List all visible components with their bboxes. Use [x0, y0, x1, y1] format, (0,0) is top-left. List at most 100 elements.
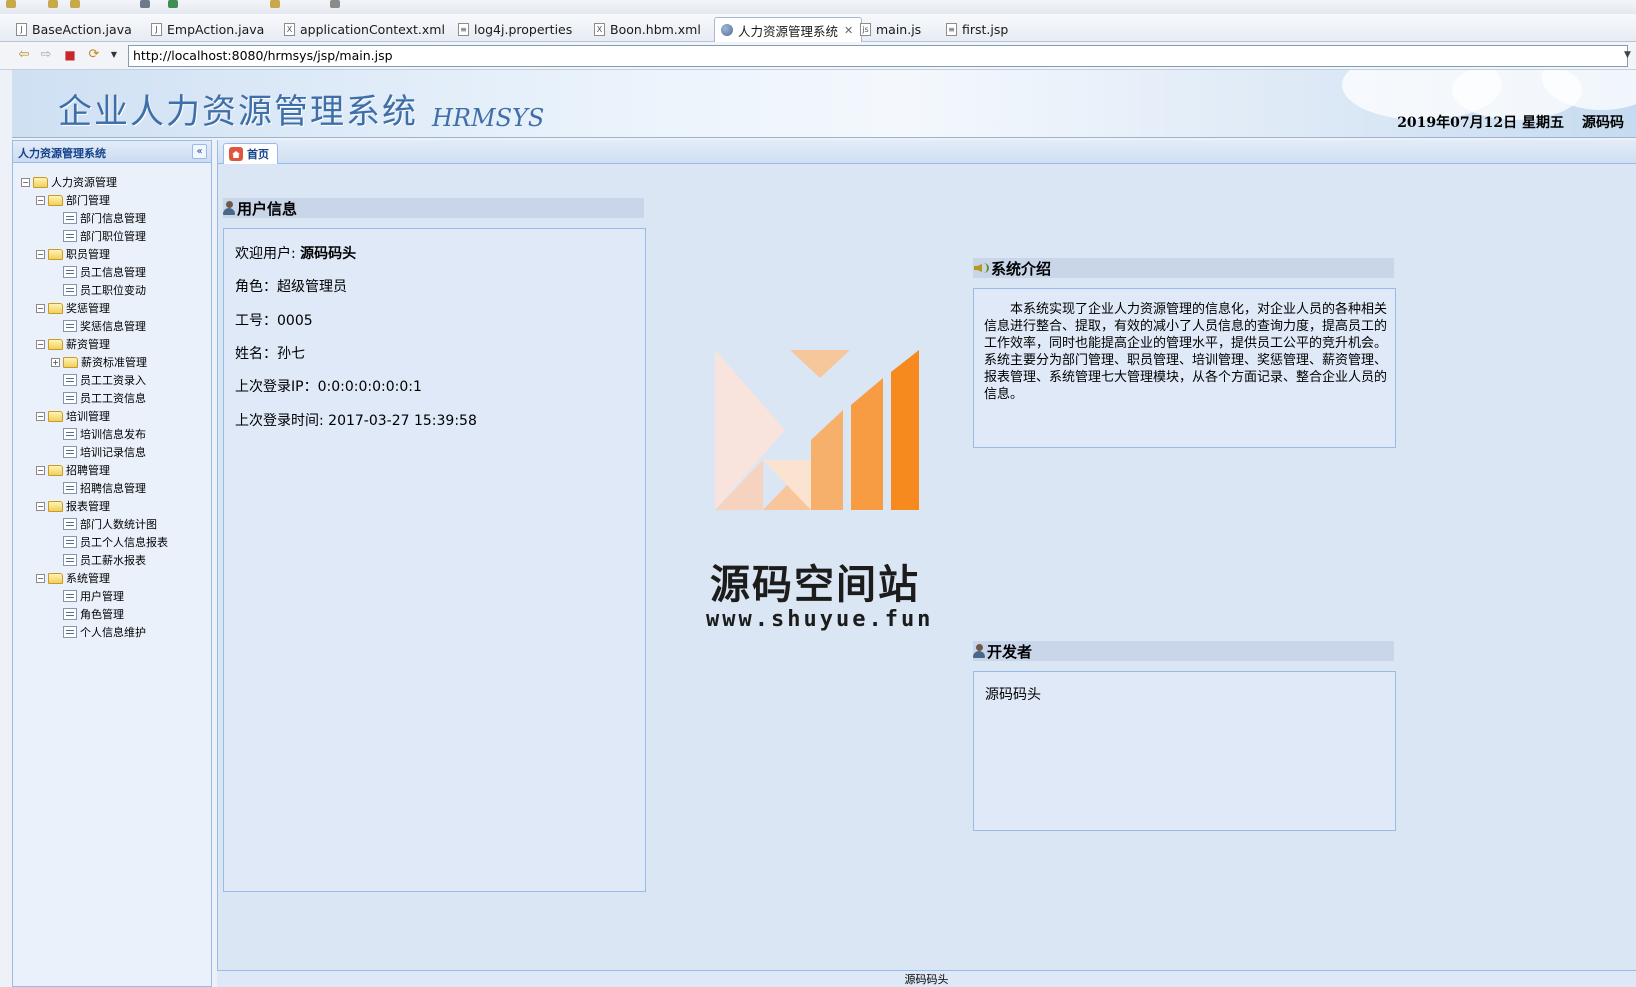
user-icon [223, 200, 235, 216]
tree-node-label: 部门管理 [66, 194, 110, 207]
tree-leaf-node[interactable]: 培训信息发布 [21, 425, 168, 443]
toolbar-icon[interactable] [270, 0, 280, 8]
file-icon: ≡ [946, 23, 957, 36]
tree-folder-node[interactable]: − 部门管理 [21, 191, 168, 209]
editor-tab-bar: J BaseAction.java J EmpAction.java Xapplicat… [0, 14, 1636, 42]
tree-leaf-node[interactable]: 角色管理 [21, 605, 168, 623]
tree-node-label: 培训记录信息 [80, 446, 146, 459]
forward-arrow-icon[interactable]: ⇨ [38, 48, 54, 62]
user-emp-no: 工号：0005 [235, 313, 313, 329]
collapse-icon[interactable]: − [36, 411, 45, 421]
user-info-title-text: 用户信息 [237, 199, 298, 218]
tree-leaf-node[interactable]: 员工信息管理 [21, 263, 168, 281]
editor-tab[interactable]: XapplicationContext.xml [278, 17, 453, 42]
document-icon [63, 536, 77, 548]
toolbar-icon[interactable] [48, 0, 58, 8]
folder-icon [48, 248, 63, 260]
watermark-url: www.shuyue.fun [706, 607, 934, 632]
tree-leaf-node[interactable]: 员工工资录入 [21, 371, 168, 389]
collapse-icon[interactable]: − [36, 465, 45, 475]
tree-node-label: 招聘管理 [66, 464, 110, 477]
intro-text: 本系统实现了企业人力资源管理的信息化，对企业人员的各种相关信息进行整合、提取，有… [984, 302, 1388, 402]
editor-tab[interactable]: ≡ first.jsp [940, 17, 1016, 42]
app-subtitle: HRMSYS [432, 104, 545, 132]
tree-folder-node[interactable]: − 培训管理 [21, 407, 168, 425]
tree-leaf-node[interactable]: 员工薪水报表 [21, 551, 168, 569]
tree-leaf-node[interactable]: 奖惩信息管理 [21, 317, 168, 335]
tree-leaf-node[interactable]: 培训记录信息 [21, 443, 168, 461]
url-dropdown-icon[interactable]: ▼ [1624, 50, 1631, 60]
stop-icon[interactable]: ■ [62, 48, 78, 62]
editor-tab[interactable]: 人力资源管理系统 ✕ [714, 17, 863, 42]
collapse-icon[interactable]: − [36, 339, 45, 349]
editor-tab[interactable]: J BaseAction.java [10, 17, 140, 42]
tree-node-label: 部门人数统计图 [80, 518, 157, 531]
tree-node-label: 奖惩信息管理 [80, 320, 146, 333]
tree-folder-node[interactable]: − 奖惩管理 [21, 299, 168, 317]
tree-leaf-node[interactable]: 员工个人信息报表 [21, 533, 168, 551]
collapse-icon[interactable]: − [36, 195, 45, 205]
toolbar-icon[interactable] [70, 0, 80, 8]
collapse-icon[interactable]: − [36, 249, 45, 259]
document-icon [63, 320, 77, 332]
intro-panel: 本系统实现了企业人力资源管理的信息化，对企业人员的各种相关信息进行整合、提取，有… [973, 288, 1396, 448]
collapse-icon[interactable]: − [36, 573, 45, 583]
tree-leaf-node[interactable]: 个人信息维护 [21, 623, 168, 641]
developer-panel: 源码码头 [973, 671, 1396, 831]
document-icon [63, 230, 77, 242]
editor-tab-label: BaseAction.java [32, 22, 132, 37]
tree-leaf-node[interactable]: 招聘信息管理 [21, 479, 168, 497]
tab-home[interactable]: 首页 [223, 143, 278, 164]
back-arrow-icon[interactable]: ⇦ [16, 48, 32, 62]
tree-node-label: 人力资源管理 [51, 176, 117, 189]
refresh-icon[interactable]: ⟳ [86, 48, 102, 62]
page-footer: 源码码头 [217, 970, 1636, 987]
header-username: 源码码 [1582, 115, 1624, 131]
tree-leaf-node[interactable]: 用户管理 [21, 587, 168, 605]
document-icon [63, 428, 77, 440]
tree-leaf-node[interactable]: 员工职位变动 [21, 281, 168, 299]
tree-node-label: 报表管理 [66, 500, 110, 513]
main-tab-bar: 首页 [218, 140, 1636, 164]
collapse-sidebar-button[interactable]: « [192, 144, 207, 159]
tree-folder-node[interactable]: − 职员管理 [21, 245, 168, 263]
editor-tab[interactable]: X Boon.hbm.xml [588, 17, 709, 42]
last-login-ip: 上次登录IP：0:0:0:0:0:0:0:1 [235, 379, 422, 395]
watermark-logo [715, 350, 919, 510]
collapse-icon[interactable]: − [21, 177, 30, 187]
editor-tab[interactable]: ≡ log4j.properties [452, 17, 580, 42]
toolbar-icon[interactable] [140, 0, 150, 8]
tree-leaf-node[interactable]: 部门职位管理 [21, 227, 168, 245]
tree-node-label: 部门信息管理 [80, 212, 146, 225]
toolbar-icon[interactable] [6, 0, 16, 8]
tree-leaf-node[interactable]: 部门人数统计图 [21, 515, 168, 533]
document-icon [63, 554, 77, 566]
url-input[interactable]: http://localhost:8080/hrmsys/jsp/main.js… [128, 45, 1628, 67]
expand-icon[interactable]: + [51, 357, 60, 367]
tree-folder-node[interactable]: − 招聘管理 [21, 461, 168, 479]
tree-folder-node[interactable]: + 薪资标准管理 [21, 353, 168, 371]
editor-tab-label: main.js [876, 22, 922, 37]
tree-folder-node[interactable]: − 薪资管理 [21, 335, 168, 353]
editor-tab[interactable]: J EmpAction.java [145, 17, 272, 42]
tree-folder-node[interactable]: − 报表管理 [21, 497, 168, 515]
tree-folder-node[interactable]: − 人力资源管理 [21, 173, 168, 191]
editor-tab[interactable]: js main.js [854, 17, 929, 42]
close-icon[interactable]: ✕ [844, 24, 853, 37]
tree-node-label: 员工薪水报表 [80, 554, 146, 567]
tree-folder-node[interactable]: − 系统管理 [21, 569, 168, 587]
home-icon [229, 147, 243, 161]
toolbar-icon[interactable] [330, 0, 340, 8]
welcome-line: 欢迎用户: 源码码头 [235, 243, 356, 263]
tree-node-label: 员工职位变动 [80, 284, 146, 297]
collapse-icon[interactable]: − [36, 303, 45, 313]
globe-icon [721, 24, 733, 36]
toolbar-icon[interactable] [168, 0, 178, 8]
history-dropdown-icon[interactable]: ▼ [106, 48, 122, 62]
developer-title-text: 开发者 [987, 642, 1033, 661]
file-icon: ≡ [458, 23, 469, 36]
app-title: 企业人力资源管理系统 [58, 92, 418, 132]
collapse-icon[interactable]: − [36, 501, 45, 511]
tree-leaf-node[interactable]: 员工工资信息 [21, 389, 168, 407]
tree-leaf-node[interactable]: 部门信息管理 [21, 209, 168, 227]
